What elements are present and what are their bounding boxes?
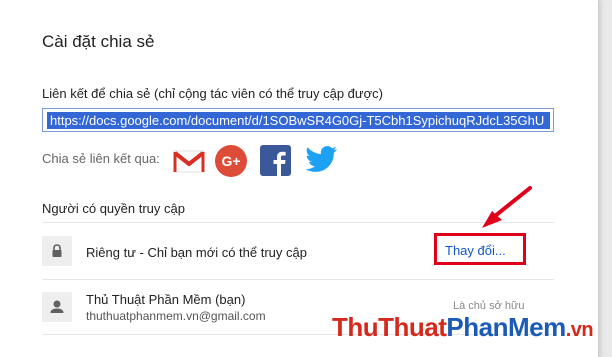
divider (42, 279, 554, 280)
share-link-value[interactable]: https://docs.google.com/document/d/1SOBw… (47, 112, 550, 129)
access-section-label: Người có quyền truy cập (42, 201, 185, 216)
change-privacy-link[interactable]: Thay đổi... (445, 243, 506, 258)
facebook-icon[interactable] (260, 145, 291, 176)
owner-name: Thủ Thuật Phần Mềm (bạn) (86, 292, 246, 307)
owner-role-label: Là chủ sở hữu (453, 300, 525, 312)
google-plus-label: G+ (221, 153, 241, 169)
watermark-logo: ThuThuatPhanMem.vn (332, 312, 594, 343)
watermark-part3: .vn (565, 319, 594, 341)
watermark-part2: PhanMem (446, 312, 566, 342)
share-link-label: Liên kết để chia sẻ (chỉ cộng tác viên c… (42, 86, 383, 101)
twitter-icon[interactable] (304, 145, 338, 179)
owner-email: thuthuatphanmem.vn@gmail.com (86, 309, 266, 323)
red-arrow-annotation (468, 180, 538, 240)
watermark-part1: ThuThuat (332, 312, 447, 342)
google-plus-icon[interactable]: G+ (215, 145, 247, 177)
lock-icon (42, 236, 72, 266)
sharing-settings-dialog: Cài đặt chia sẻ Liên kết để chia sẻ (chỉ… (0, 0, 599, 357)
dialog-title: Cài đặt chia sẻ (42, 32, 155, 51)
share-link-field[interactable]: https://docs.google.com/document/d/1SOBw… (42, 108, 554, 132)
share-via-label: Chia sẻ liên kết qua: (42, 151, 160, 166)
privacy-status-text: Riêng tư - Chỉ bạn mới có thể truy cập (86, 245, 307, 260)
person-icon (42, 292, 72, 322)
gmail-icon[interactable] (172, 144, 206, 178)
